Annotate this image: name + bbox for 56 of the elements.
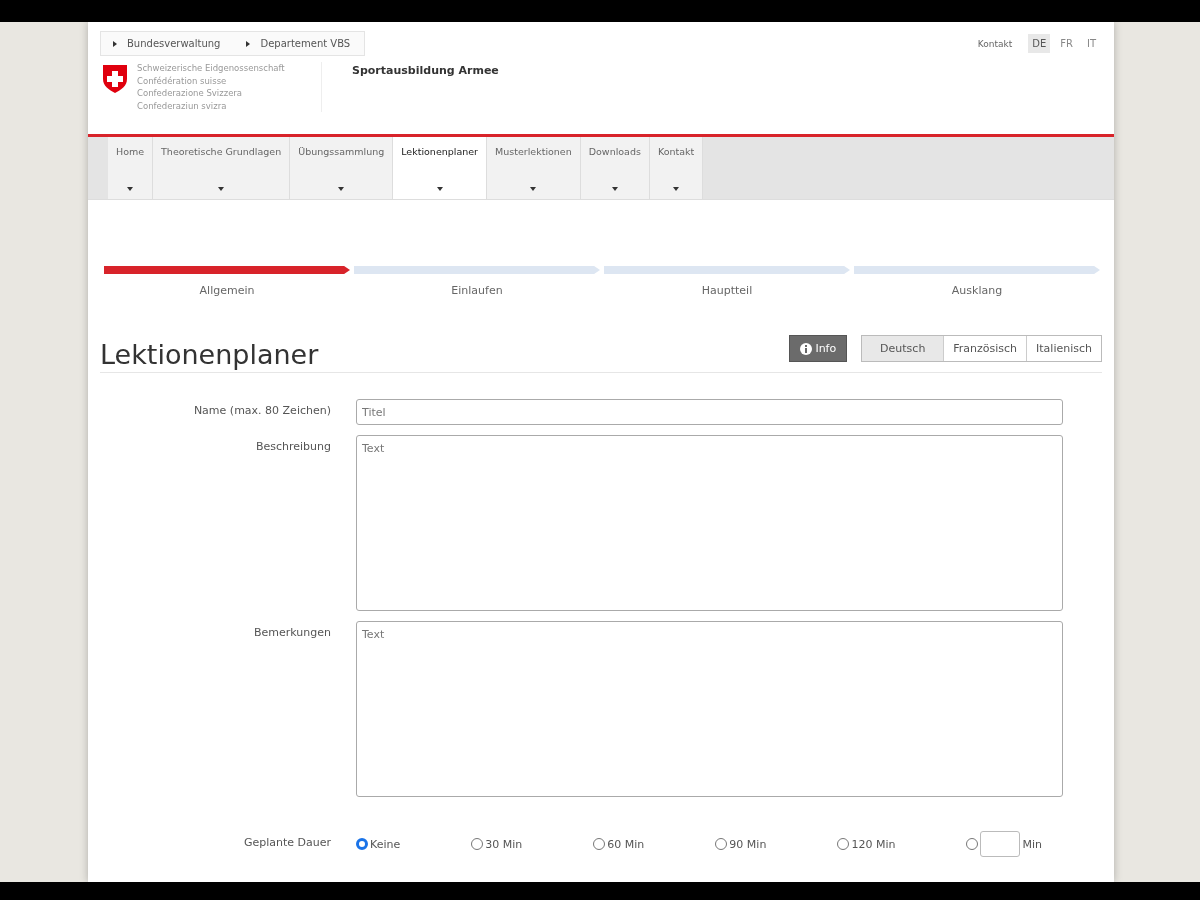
step-label[interactable]: Hauptteil xyxy=(701,284,753,297)
title-field[interactable]: Titel xyxy=(356,399,1063,425)
caret-icon xyxy=(611,187,618,191)
info-icon xyxy=(800,342,813,355)
caret-icon xyxy=(673,187,680,191)
breadcrumb-link[interactable]: Bundesverwaltung xyxy=(127,32,221,55)
field-label: Name (max. 80 Zeichen) xyxy=(192,403,331,417)
radio-label[interactable]: 90 Min xyxy=(729,837,767,851)
page-title: Lektionenplaner xyxy=(100,339,319,370)
contact-link[interactable]: Kontakt xyxy=(977,38,1013,49)
logo-text: Schweizerische Eidgenossenschaft xyxy=(137,62,286,75)
nav-tab[interactable]: Lektionenplaner xyxy=(393,137,488,199)
radio-label[interactable]: Keine xyxy=(370,837,401,851)
radio-button[interactable] xyxy=(593,838,606,850)
language-link[interactable]: DE xyxy=(1028,34,1051,53)
swiss-shield-icon xyxy=(102,64,128,94)
text-area[interactable]: Text xyxy=(356,621,1063,797)
radio-label[interactable]: 60 Min xyxy=(607,837,645,851)
language-tab[interactable]: Deutsch xyxy=(862,336,945,361)
caret-icon xyxy=(436,187,443,191)
site-title: Sportausbildung Armee xyxy=(352,64,499,77)
radio-label[interactable]: 120 Min xyxy=(851,837,896,851)
step-label[interactable]: Ausklang xyxy=(951,284,1003,297)
radio-button[interactable] xyxy=(837,838,850,850)
step-label[interactable]: Einlaufen xyxy=(451,284,503,297)
radio-label[interactable]: 30 Min xyxy=(485,837,523,851)
info-button[interactable]: Info xyxy=(789,335,848,362)
logo-text: Confederaziun svizra xyxy=(137,99,228,112)
unit-label: Min xyxy=(1022,837,1042,851)
field-label: Geplante Dauer xyxy=(242,835,331,849)
logo-text: Confédération suisse xyxy=(137,74,228,87)
radio-button[interactable] xyxy=(715,838,728,850)
triangle-icon xyxy=(113,40,117,47)
nav-tab[interactable]: Musterlektionen xyxy=(487,137,581,199)
text-area[interactable]: Text xyxy=(356,435,1063,611)
nav-tab[interactable]: Home xyxy=(108,137,154,199)
nav-tab[interactable]: Übungssammlung xyxy=(290,137,394,199)
language-link[interactable]: FR xyxy=(1056,34,1077,53)
radio-button[interactable] xyxy=(966,838,979,850)
breadcrumb-link[interactable]: Departement VBS xyxy=(260,32,351,55)
radio-button[interactable] xyxy=(356,838,368,850)
language-link[interactable]: IT xyxy=(1082,34,1100,53)
nav-tab[interactable]: Downloads xyxy=(580,137,650,199)
caret-icon xyxy=(530,187,537,191)
field-label: Beschreibung xyxy=(254,439,331,453)
caret-icon xyxy=(127,187,134,191)
nav-tab[interactable]: Theoretische Grundlagen xyxy=(153,137,291,199)
nav-tab[interactable]: Kontakt xyxy=(649,137,704,199)
minutes-field[interactable] xyxy=(980,831,1021,857)
radio-button[interactable] xyxy=(471,838,484,850)
field-label: Bemerkungen xyxy=(252,625,331,639)
caret-icon xyxy=(218,187,225,191)
caret-icon xyxy=(338,187,345,191)
triangle-icon xyxy=(246,40,251,47)
step-label[interactable]: Allgemein xyxy=(199,284,255,297)
logo-text: Confederazione Svizzera xyxy=(137,87,244,100)
